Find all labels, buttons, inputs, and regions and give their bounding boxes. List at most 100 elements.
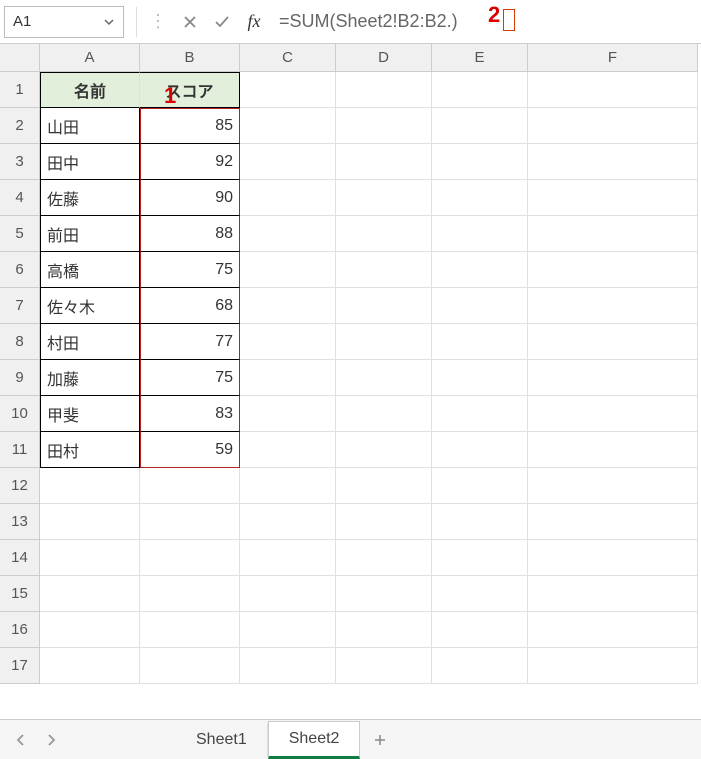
fx-icon[interactable]: fx [245, 13, 263, 31]
cell-a8[interactable]: 村田 [40, 324, 140, 360]
cell-e11[interactable] [432, 432, 528, 468]
cell-e14[interactable] [432, 540, 528, 576]
cell-b1[interactable]: スコア [140, 72, 240, 108]
cell-a16[interactable] [40, 612, 140, 648]
cell-d6[interactable] [336, 252, 432, 288]
cancel-icon[interactable] [181, 13, 199, 31]
row-header-4[interactable]: 4 [0, 180, 40, 216]
cell-c15[interactable] [240, 576, 336, 612]
row-header-6[interactable]: 6 [0, 252, 40, 288]
row-header-7[interactable]: 7 [0, 288, 40, 324]
row-header-15[interactable]: 15 [0, 576, 40, 612]
cell-a11[interactable]: 田村 [40, 432, 140, 468]
cell-a14[interactable] [40, 540, 140, 576]
cell-d14[interactable] [336, 540, 432, 576]
cell-c10[interactable] [240, 396, 336, 432]
cell-e3[interactable] [432, 144, 528, 180]
column-header-d[interactable]: D [336, 44, 432, 72]
cell-f7[interactable] [528, 288, 698, 324]
cell-c14[interactable] [240, 540, 336, 576]
cell-e2[interactable] [432, 108, 528, 144]
cell-f14[interactable] [528, 540, 698, 576]
cell-a13[interactable] [40, 504, 140, 540]
cell-f17[interactable] [528, 648, 698, 684]
cell-c2[interactable] [240, 108, 336, 144]
cell-f16[interactable] [528, 612, 698, 648]
cell-a17[interactable] [40, 648, 140, 684]
cell-c3[interactable] [240, 144, 336, 180]
cell-d10[interactable] [336, 396, 432, 432]
cell-a10[interactable]: 甲斐 [40, 396, 140, 432]
cell-e15[interactable] [432, 576, 528, 612]
cell-a7[interactable]: 佐々木 [40, 288, 140, 324]
cell-a5[interactable]: 前田 [40, 216, 140, 252]
cell-a12[interactable] [40, 468, 140, 504]
cell-b8[interactable]: 77 [140, 324, 240, 360]
row-header-8[interactable]: 8 [0, 324, 40, 360]
column-header-b[interactable]: B [140, 44, 240, 72]
tab-nav-next-icon[interactable] [36, 725, 66, 755]
cell-b6[interactable]: 75 [140, 252, 240, 288]
name-box[interactable]: A1 [4, 6, 124, 38]
column-header-a[interactable]: A [40, 44, 140, 72]
cell-f1[interactable] [528, 72, 698, 108]
cell-e4[interactable] [432, 180, 528, 216]
cell-e17[interactable] [432, 648, 528, 684]
cell-d5[interactable] [336, 216, 432, 252]
cell-c17[interactable] [240, 648, 336, 684]
cell-d4[interactable] [336, 180, 432, 216]
cell-d1[interactable] [336, 72, 432, 108]
formula-input[interactable]: =SUM(Sheet2!B2:B2.) 2 [273, 6, 697, 38]
cell-f8[interactable] [528, 324, 698, 360]
cell-d3[interactable] [336, 144, 432, 180]
row-header-17[interactable]: 17 [0, 648, 40, 684]
cell-a15[interactable] [40, 576, 140, 612]
cell-c6[interactable] [240, 252, 336, 288]
confirm-icon[interactable] [213, 13, 231, 31]
column-header-c[interactable]: C [240, 44, 336, 72]
cell-d16[interactable] [336, 612, 432, 648]
cell-e7[interactable] [432, 288, 528, 324]
cell-c9[interactable] [240, 360, 336, 396]
cell-a2[interactable]: 山田 [40, 108, 140, 144]
cell-e8[interactable] [432, 324, 528, 360]
cell-b14[interactable] [140, 540, 240, 576]
cell-f13[interactable] [528, 504, 698, 540]
cell-d2[interactable] [336, 108, 432, 144]
cell-a3[interactable]: 田中 [40, 144, 140, 180]
cell-f4[interactable] [528, 180, 698, 216]
row-header-12[interactable]: 12 [0, 468, 40, 504]
cell-a9[interactable]: 加藤 [40, 360, 140, 396]
row-header-16[interactable]: 16 [0, 612, 40, 648]
cell-c16[interactable] [240, 612, 336, 648]
cell-e12[interactable] [432, 468, 528, 504]
select-all-corner[interactable] [0, 44, 40, 72]
cell-d9[interactable] [336, 360, 432, 396]
cell-d12[interactable] [336, 468, 432, 504]
cell-f3[interactable] [528, 144, 698, 180]
cell-a1[interactable]: 名前 [40, 72, 140, 108]
cell-b9[interactable]: 75 [140, 360, 240, 396]
cell-c5[interactable] [240, 216, 336, 252]
column-header-e[interactable]: E [432, 44, 528, 72]
cell-b4[interactable]: 90 [140, 180, 240, 216]
cell-b5[interactable]: 88 [140, 216, 240, 252]
cell-f15[interactable] [528, 576, 698, 612]
cell-f10[interactable] [528, 396, 698, 432]
cell-a4[interactable]: 佐藤 [40, 180, 140, 216]
cell-b11[interactable]: 59 [140, 432, 240, 468]
row-header-3[interactable]: 3 [0, 144, 40, 180]
cell-b13[interactable] [140, 504, 240, 540]
cell-f11[interactable] [528, 432, 698, 468]
cell-b10[interactable]: 83 [140, 396, 240, 432]
row-header-5[interactable]: 5 [0, 216, 40, 252]
cell-b2[interactable]: 85 [140, 108, 240, 144]
cell-c1[interactable] [240, 72, 336, 108]
cell-f5[interactable] [528, 216, 698, 252]
cell-f9[interactable] [528, 360, 698, 396]
cell-b15[interactable] [140, 576, 240, 612]
row-header-11[interactable]: 11 [0, 432, 40, 468]
tab-sheet1[interactable]: Sheet1 [176, 723, 268, 757]
cell-b3[interactable]: 92 [140, 144, 240, 180]
row-header-1[interactable]: 1 [0, 72, 40, 108]
